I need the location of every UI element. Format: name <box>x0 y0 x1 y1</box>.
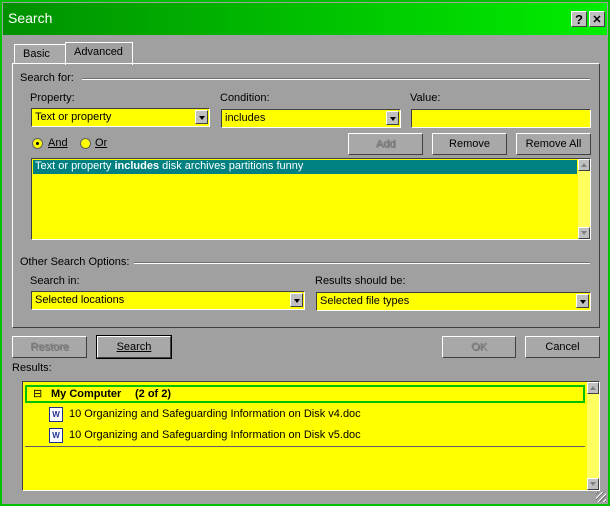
list-item[interactable]: W 10 Organizing and Safeguarding Informa… <box>47 427 577 445</box>
other-options-divider <box>134 262 590 264</box>
search-in-dropdown[interactable]: Selected locations <box>31 291 305 310</box>
tab-basic-label: Basic <box>23 48 50 60</box>
condition-value: includes <box>225 112 266 124</box>
word-doc-icon: W <box>49 428 63 443</box>
word-doc-icon: W <box>49 407 63 422</box>
results-group-header[interactable]: ⊟ My Computer (2 of 2) <box>25 385 585 403</box>
remove-all-button[interactable]: Remove All <box>516 133 591 155</box>
scroll-up-icon[interactable] <box>578 159 590 171</box>
criteria-list[interactable]: Text or property includes disk archives … <box>31 158 591 240</box>
cancel-button[interactable]: Cancel <box>525 336 600 358</box>
chevron-down-icon[interactable] <box>386 111 399 125</box>
condition-dropdown[interactable]: includes <box>221 109 401 128</box>
search-button-label: Search <box>116 341 152 353</box>
search-dialog: Search ? ✕ Basic Advanced Search for: Pr… <box>0 0 610 506</box>
chevron-down-icon[interactable] <box>195 110 208 124</box>
help-button[interactable]: ? <box>571 11 587 27</box>
chevron-down-icon[interactable] <box>290 293 303 307</box>
tab-advanced-label: Advanced <box>74 46 123 58</box>
resize-grip-icon[interactable] <box>596 492 606 502</box>
results-group-title: My Computer <box>51 388 122 400</box>
add-button[interactable]: Add <box>348 133 423 155</box>
ok-button[interactable]: OK <box>442 336 516 358</box>
search-for-label: Search for: <box>20 72 74 84</box>
or-radio[interactable] <box>80 138 91 149</box>
criteria-value: disk archives partitions funny <box>159 160 304 172</box>
results-be-dropdown[interactable]: Selected file types <box>316 292 591 311</box>
search-in-value: Selected locations <box>35 294 125 306</box>
value-input[interactable] <box>411 109 591 128</box>
and-label: And <box>48 137 68 149</box>
tab-basic[interactable]: Basic <box>14 44 66 64</box>
title-bar[interactable]: Search ? ✕ <box>3 3 607 35</box>
value-label: Value: <box>410 92 441 104</box>
property-value: Text or property <box>35 111 112 123</box>
and-radio[interactable] <box>32 138 43 149</box>
condition-label: Condition: <box>220 92 270 104</box>
results-divider <box>25 446 585 447</box>
remove-button[interactable]: Remove <box>432 133 507 155</box>
scroll-up-icon[interactable] <box>587 382 599 394</box>
or-label: Or <box>95 137 108 149</box>
collapse-icon[interactable]: ⊟ <box>33 387 42 400</box>
results-be-value: Selected file types <box>320 295 410 307</box>
tab-advanced[interactable]: Advanced <box>65 42 133 65</box>
chevron-down-icon[interactable] <box>576 294 589 308</box>
results-scrollbar[interactable] <box>587 382 599 490</box>
list-item[interactable]: Text or property includes disk archives … <box>33 160 577 174</box>
results-be-label: Results should be: <box>315 275 406 287</box>
criteria-scrollbar[interactable] <box>578 159 590 239</box>
other-options-label: Other Search Options: <box>20 256 130 268</box>
restore-button[interactable]: Restore <box>12 336 87 358</box>
help-icon: ? <box>575 12 583 27</box>
result-file-name: 10 Organizing and Safeguarding Informati… <box>69 429 361 441</box>
scroll-down-icon[interactable] <box>587 478 599 490</box>
property-label: Property: <box>30 92 75 104</box>
results-list[interactable]: ⊟ My Computer (2 of 2) W 10 Organizing a… <box>22 381 600 491</box>
result-file-name: 10 Organizing and Safeguarding Informati… <box>69 408 361 420</box>
search-in-label: Search in: <box>30 275 80 287</box>
window-title: Search <box>8 10 53 26</box>
criteria-condition: includes <box>114 160 160 172</box>
search-button[interactable]: Search <box>96 335 172 359</box>
property-dropdown[interactable]: Text or property <box>31 108 210 127</box>
search-for-divider <box>82 78 590 80</box>
close-button[interactable]: ✕ <box>589 11 605 27</box>
list-item[interactable]: W 10 Organizing and Safeguarding Informa… <box>47 406 577 424</box>
criteria-prefix: Text or property <box>35 160 115 172</box>
scroll-down-icon[interactable] <box>578 227 590 239</box>
close-icon: ✕ <box>592 14 602 26</box>
results-label: Results: <box>12 362 52 374</box>
results-group-count: (2 of 2) <box>135 388 172 400</box>
